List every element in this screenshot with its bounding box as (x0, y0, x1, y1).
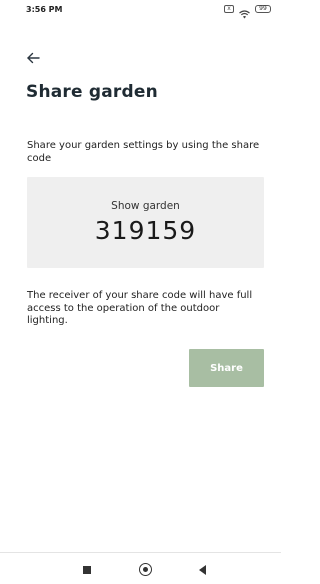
page-title: Share garden (26, 82, 158, 102)
system-navigation-bar (0, 552, 281, 584)
arrow-left-icon (27, 52, 40, 64)
battery-icon: 99 (255, 4, 271, 13)
share-code: 319159 (94, 216, 197, 245)
triangle-back-icon[interactable] (199, 565, 206, 575)
intro-text: Share your garden settings by using the … (27, 140, 260, 164)
circle-icon[interactable] (139, 563, 152, 576)
share-code-card: Show garden 319159 (27, 177, 264, 268)
status-time: 3:56 PM (26, 5, 63, 14)
share-button[interactable]: Share (189, 349, 264, 387)
status-icons: x 99 (224, 4, 271, 19)
status-bar: 3:56 PM x 99 (0, 0, 281, 22)
code-card-label: Show garden (111, 200, 180, 212)
square-icon[interactable] (83, 566, 91, 574)
back-button[interactable] (24, 48, 44, 68)
access-info-text: The receiver of your share code will hav… (27, 290, 253, 326)
wifi-icon (239, 4, 250, 19)
home-dot (142, 566, 148, 572)
notification-icon: x (224, 4, 234, 13)
